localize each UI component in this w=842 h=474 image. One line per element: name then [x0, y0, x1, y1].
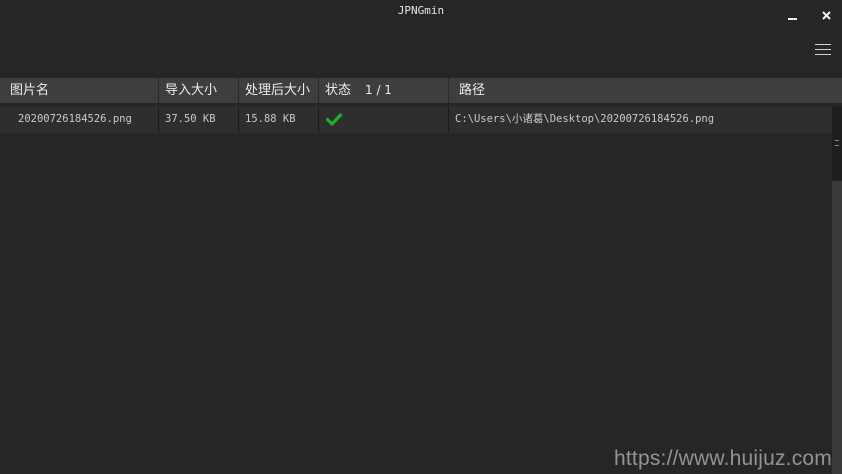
- vertical-scrollbar[interactable]: [832, 106, 842, 474]
- hamburger-menu-icon[interactable]: [813, 41, 833, 57]
- cell-input-size: 37.50 KB: [158, 106, 238, 133]
- scroll-grip-icon[interactable]: [835, 140, 839, 146]
- cell-file-name: 20200726184526.png: [18, 113, 132, 125]
- progress-counter: 1 / 1: [365, 83, 392, 97]
- column-header-input-size[interactable]: 导入大小: [158, 78, 238, 103]
- column-header-path[interactable]: 路径: [448, 78, 842, 103]
- title-bar: JPNGmin: [0, 0, 842, 30]
- watermark: https://www.huijuz.com: [614, 447, 832, 470]
- app-title: JPNGmin: [397, 4, 445, 17]
- column-header-name[interactable]: 图片名: [4, 78, 158, 103]
- cell-output-size: 15.88 KB: [238, 106, 318, 133]
- cell-path: C:\Users\小诸葛\Desktop\20200726184526.png: [448, 106, 832, 133]
- close-icon[interactable]: [818, 6, 836, 24]
- minimize-icon[interactable]: [784, 6, 802, 24]
- table-row[interactable]: 20200726184526.png 37.50 KB 15.88 KB C:\…: [0, 106, 832, 133]
- checkmark-icon: [326, 113, 342, 126]
- scrollbar-thumb[interactable]: [832, 181, 842, 474]
- column-header-output-size[interactable]: 处理后大小: [238, 78, 318, 103]
- table-header: 图片名 导入大小 处理后大小 状态 1 / 1 路径: [0, 78, 842, 103]
